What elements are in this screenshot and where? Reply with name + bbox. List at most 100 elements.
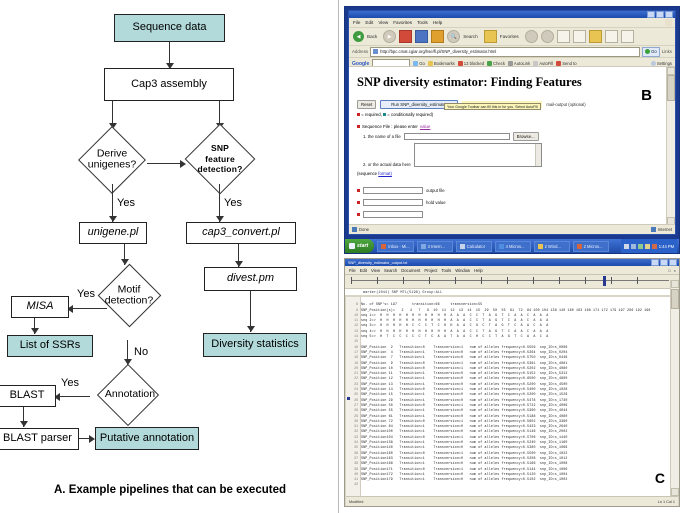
forward-icon[interactable]: ▶ bbox=[383, 30, 397, 43]
menu-help[interactable]: Help bbox=[474, 268, 483, 273]
browser-address-bar[interactable]: Address http://bpc.cmat.cgiar.org/hse/fl… bbox=[349, 46, 675, 58]
scroll-up-arrow-icon[interactable] bbox=[671, 280, 679, 288]
scroll-up-arrow-icon[interactable] bbox=[667, 67, 675, 75]
sequence-file-value-link[interactable]: value bbox=[420, 124, 431, 129]
node-blast-parser[interactable]: BLAST parser bbox=[0, 428, 79, 450]
minimize-button[interactable] bbox=[651, 259, 659, 266]
browse-button[interactable]: Browse... bbox=[512, 132, 539, 141]
mail-icon[interactable] bbox=[556, 30, 570, 43]
node-diversity-statistics[interactable]: Diversity statistics bbox=[203, 333, 307, 357]
search-icon[interactable]: 🔍 bbox=[447, 30, 461, 43]
browser-titlebar[interactable] bbox=[349, 11, 675, 18]
node-sequence-data[interactable]: Sequence data bbox=[114, 14, 225, 42]
close-doc-icon[interactable]: × bbox=[674, 268, 676, 273]
close-button[interactable] bbox=[669, 259, 677, 266]
browser-toolbar[interactable]: ◀ Back ▶ 🔍 Search Favorites bbox=[349, 28, 675, 46]
back-icon[interactable]: ◀ bbox=[353, 31, 364, 42]
tray-icon[interactable] bbox=[623, 243, 629, 249]
hold-value-input[interactable] bbox=[363, 199, 423, 206]
menu-tools[interactable]: Tools bbox=[417, 20, 428, 25]
taskbar-item[interactable]: 2 Micros... bbox=[572, 240, 609, 252]
bookmark-marker[interactable] bbox=[347, 397, 350, 400]
node-cap3-assembly[interactable]: Cap3 assembly bbox=[104, 68, 234, 101]
menu-view[interactable]: View bbox=[378, 20, 388, 25]
maximize-button[interactable] bbox=[656, 11, 664, 18]
media-icon[interactable] bbox=[524, 30, 538, 43]
restore-icon[interactable]: □ bbox=[668, 268, 670, 273]
menu-tools[interactable]: Tools bbox=[441, 268, 451, 273]
taskbar-item[interactable]: 2 Wind... bbox=[533, 240, 570, 252]
discuss-icon[interactable] bbox=[604, 30, 618, 43]
document-window-buttons[interactable]: □ × bbox=[668, 268, 676, 273]
node-blast[interactable]: BLAST bbox=[0, 385, 56, 407]
windows-taskbar[interactable]: start Inbox - Mi... 3 Intern... Calculat… bbox=[345, 239, 679, 253]
decision-motif-detection[interactable]: Motif detection? bbox=[84, 263, 174, 328]
menu-edit[interactable]: Edit bbox=[365, 20, 373, 25]
node-putative-annotation[interactable]: Putative annotation bbox=[95, 427, 199, 450]
editor-menubar[interactable]: File Edit View Search Document Project T… bbox=[345, 266, 679, 275]
node-misa[interactable]: MISA bbox=[11, 296, 69, 318]
menu-window[interactable]: Window bbox=[455, 268, 470, 273]
favorites-star-icon[interactable] bbox=[483, 30, 497, 43]
menu-help[interactable]: Help bbox=[433, 20, 442, 25]
menu-favorites[interactable]: Favorites bbox=[393, 20, 412, 25]
decision-annotation[interactable]: Annotation bbox=[85, 363, 175, 427]
menu-file[interactable]: File bbox=[353, 20, 360, 25]
format-link[interactable]: format) bbox=[378, 171, 392, 176]
decision-snp-feature-detection[interactable]: SNP feature detection? bbox=[184, 123, 256, 195]
scroll-thumb[interactable] bbox=[671, 289, 679, 309]
tray-icon[interactable] bbox=[630, 243, 636, 249]
menu-project[interactable]: Project bbox=[424, 268, 437, 273]
scroll-down-arrow-icon[interactable] bbox=[671, 488, 679, 496]
menu-file[interactable]: File bbox=[349, 268, 356, 273]
address-input[interactable]: http://bpc.cmat.cgiar.org/hse/fl.pl/SNP_… bbox=[370, 46, 641, 57]
close-button[interactable] bbox=[665, 11, 673, 18]
page-vertical-scrollbar[interactable] bbox=[666, 67, 675, 225]
menu-view[interactable]: View bbox=[371, 268, 380, 273]
tray-icon[interactable] bbox=[644, 243, 650, 249]
editor-vertical-scrollbar[interactable] bbox=[670, 280, 679, 496]
menu-search[interactable]: Search bbox=[384, 268, 397, 273]
system-tray[interactable]: 1:44 PM bbox=[620, 239, 677, 253]
ruler-cursor-marker[interactable] bbox=[603, 276, 606, 286]
back-label[interactable]: Back bbox=[367, 34, 377, 39]
scroll-thumb[interactable] bbox=[667, 75, 675, 101]
go-button[interactable]: Go bbox=[642, 46, 660, 57]
extra-field-input[interactable] bbox=[363, 211, 423, 218]
start-button[interactable]: start bbox=[345, 239, 375, 253]
taskbar-item[interactable]: 4 Micros... bbox=[494, 240, 531, 252]
editor-titlebar[interactable]: SNP_diversity_estimator_output.txt bbox=[345, 259, 679, 266]
links-label[interactable]: Links bbox=[662, 49, 672, 54]
output-file-input[interactable] bbox=[363, 187, 423, 194]
search-label[interactable]: Search bbox=[463, 34, 478, 39]
tray-icon[interactable] bbox=[651, 243, 657, 249]
sequence-data-textarea[interactable] bbox=[413, 143, 542, 167]
refresh-icon[interactable] bbox=[415, 30, 429, 43]
tray-icon[interactable] bbox=[637, 243, 643, 249]
browser-menubar[interactable]: File Edit View Favorites Tools Help bbox=[349, 18, 675, 28]
taskbar-item[interactable]: 3 Intern... bbox=[416, 240, 453, 252]
taskbar-item[interactable]: Calculator bbox=[455, 240, 492, 252]
textarea-scrollbar[interactable] bbox=[534, 144, 541, 166]
reset-button[interactable]: Reset bbox=[357, 100, 377, 109]
panel-c-alignment-viewer[interactable]: SNP_diversity_estimator_output.txt File … bbox=[344, 258, 680, 507]
home-icon[interactable] bbox=[431, 30, 445, 43]
node-cap3-convert-pl[interactable]: cap3_convert.pl bbox=[186, 222, 296, 244]
file-name-input[interactable] bbox=[403, 133, 510, 140]
edit-icon[interactable] bbox=[588, 30, 602, 43]
node-divest-pm[interactable]: divest.pm bbox=[204, 267, 297, 291]
messenger-icon[interactable] bbox=[620, 30, 634, 43]
window-buttons[interactable] bbox=[651, 259, 679, 266]
menu-edit[interactable]: Edit bbox=[360, 268, 367, 273]
decision-derive-unigenes[interactable]: Derive unigenes? bbox=[78, 126, 146, 194]
editor-text-area[interactable]: 8 9 10 11 12 13 14 15 16 17 18 19 20 21 … bbox=[346, 297, 670, 496]
menu-document[interactable]: Document bbox=[401, 268, 420, 273]
node-unigene-pl[interactable]: unigene.pl bbox=[79, 222, 147, 244]
node-list-of-ssrs[interactable]: List of SSRs bbox=[7, 335, 93, 357]
print-icon[interactable] bbox=[572, 30, 586, 43]
favorites-label[interactable]: Favorites bbox=[500, 34, 519, 39]
panel-b-browser-window[interactable]: File Edit View Favorites Tools Help ◀ Ba… bbox=[344, 6, 680, 254]
stop-icon[interactable] bbox=[399, 30, 413, 43]
taskbar-item[interactable]: Inbox - Mi... bbox=[377, 240, 414, 252]
editor-ruler[interactable] bbox=[345, 275, 679, 289]
